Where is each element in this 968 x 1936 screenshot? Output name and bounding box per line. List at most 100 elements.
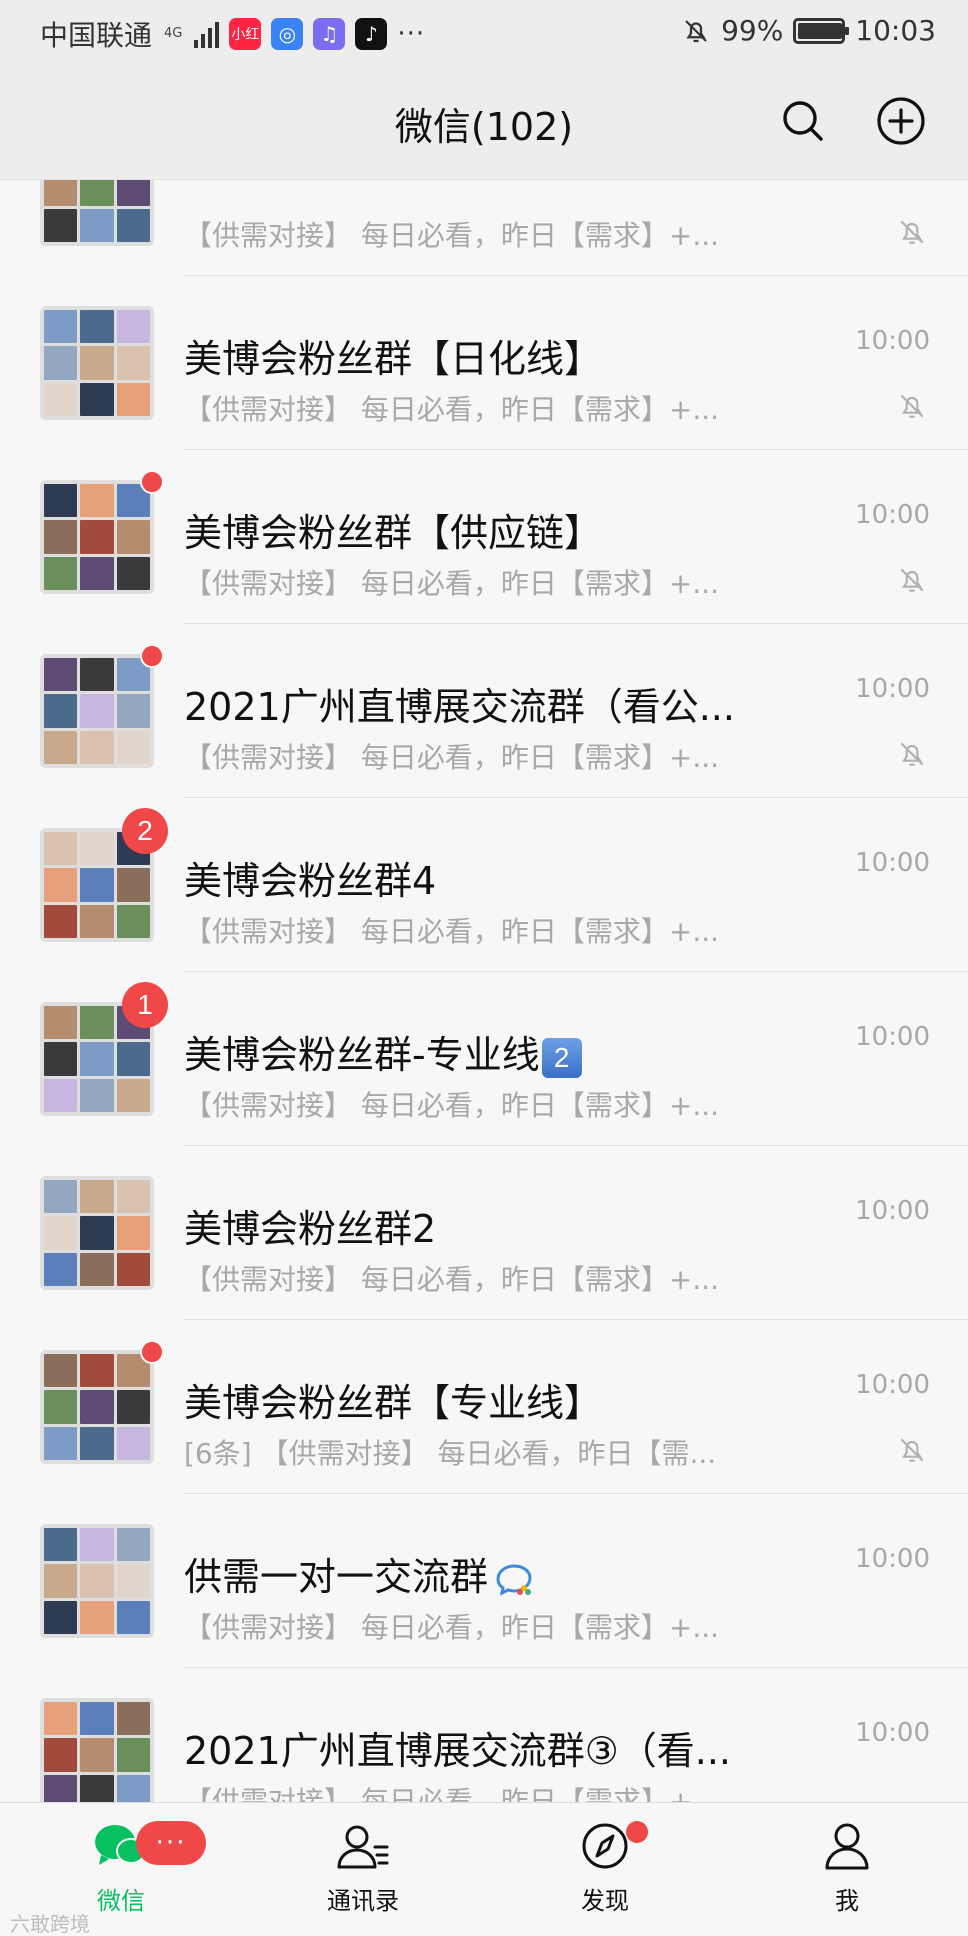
chat-preview: 【供需对接】 每日必看，昨日【需求】+... — [184, 1263, 720, 1296]
chat-preview: 【供需对接】 每日必看，昨日【需求】+... — [184, 393, 720, 426]
tab-unread-dot — [626, 1821, 648, 1843]
chat-row[interactable]: 美博会粉丝群【日化线】 10:00 【供需对接】 每日必看，昨日【需求】+... — [0, 276, 968, 450]
bottom-tab-bar: 微信 ··· 通讯录 发现 我 — [0, 1802, 968, 1936]
tiktok-icon: ♪ — [355, 18, 388, 50]
chat-name-text: 2021广州直博展交流群（看公... — [184, 685, 735, 729]
clock: 10:03 — [855, 14, 936, 47]
unread-dot — [140, 1340, 164, 1364]
carrier-label: 中国联通 — [40, 19, 153, 52]
chat-row[interactable]: 美博会粉丝群【供应链】 10:00 【供需对接】 每日必看，昨日【需求】+... — [0, 450, 968, 624]
unread-dot — [140, 470, 164, 494]
chat-name: 美博会粉丝群【专业线】 — [184, 1372, 804, 1427]
chat-name-text: 美博会粉丝群【供应链】 — [184, 511, 603, 555]
chat-name: 美博会粉丝群【供应链】 — [184, 502, 804, 557]
tab-label: 发现 — [581, 1887, 629, 1915]
muted-bell-icon — [900, 394, 924, 418]
muted-bell-icon — [900, 568, 924, 592]
chat-name-text: 美博会粉丝群4 — [184, 859, 437, 903]
tab-3[interactable]: 我 — [726, 1803, 968, 1936]
tab-label: 微信 — [97, 1887, 145, 1915]
chat-name: 美博会粉丝群2 — [184, 1198, 804, 1253]
battery-icon — [793, 17, 850, 44]
chat-preview: 【供需对接】 每日必看，昨日【需求】+... — [184, 219, 720, 252]
tab-label: 通讯录 — [327, 1887, 399, 1915]
chat-row[interactable]: 2021广州直博展交流群③（看... 10:00 【供需对接】 每日必看，昨日【需求… — [0, 1668, 968, 1802]
watermark: 六敢跨境 — [10, 1912, 90, 1936]
group-avatar — [40, 654, 154, 768]
chat-time: 10:00 — [855, 674, 930, 704]
tab-label: 我 — [835, 1887, 859, 1915]
group-avatar — [40, 1524, 154, 1638]
chat-name-text: 美博会粉丝群2 — [184, 1207, 437, 1251]
keycap-digit-icon: 2 — [541, 1037, 582, 1078]
chat-name-text: 美博会粉丝群【专业线】 — [184, 1381, 603, 1425]
tab-1[interactable]: 通讯录 — [242, 1803, 484, 1936]
chat-preview: 【供需对接】 每日必看，昨日【需求】+... — [184, 741, 720, 774]
tab-unread-badge: ··· — [136, 1821, 206, 1865]
chat-preview: 【供需对接】 每日必看，昨日【需求】+... — [184, 915, 720, 948]
mute-status-icon — [685, 19, 707, 42]
chat-name-text: 美博会粉丝群-专业线 — [184, 1033, 540, 1077]
chat-preview: 【供需对接】 每日必看，昨日【需求】+... — [184, 567, 720, 600]
group-avatar — [40, 1350, 154, 1464]
search-icon — [783, 101, 823, 141]
chat-time: 10:00 — [855, 500, 930, 530]
muted-bell-icon — [900, 742, 924, 766]
chat-preview: 【供需对接】 每日必看，昨日【需求】+... — [184, 1089, 720, 1122]
chat-time: 10:00 — [855, 1196, 930, 1226]
chat-name: 2021广州直博展交流群③（看... — [184, 1720, 804, 1775]
chat-row[interactable]: 2 美博会粉丝群4 10:00 【供需对接】 每日必看，昨日【需求】+... — [0, 798, 968, 972]
status-bar: 中国联通 4G 小红 ◎ ♫ ♪ ··· 99% 10:03 — [0, 0, 968, 66]
chat-name: 2021广州直博展交流群（看公... — [184, 676, 804, 731]
tab-2[interactable]: 发现 — [484, 1803, 726, 1936]
chat-name-text: 供需一对一交流群 — [184, 1555, 489, 1599]
plus-circle-icon — [877, 97, 925, 145]
chat-row[interactable]: 2021广州直博展交流群（看公... 10:00 【供需对接】 每日必看，昨日【需求… — [0, 624, 968, 798]
add-button[interactable] — [874, 94, 928, 148]
chat-name: 美博会粉丝群-专业线 2 — [184, 1024, 804, 1079]
chat-row[interactable]: 美博会粉丝群【专业线】 10:00 [6条] 【供需对接】 每日必看，昨日【需... — [0, 1320, 968, 1494]
chat-row[interactable]: 【供需对接】 每日必看，昨日【需求】+... — [0, 180, 968, 276]
unread-count-badge: 2 — [122, 808, 168, 854]
title-bar: 微信(102) — [0, 66, 968, 180]
chat-time: 10:00 — [855, 1718, 930, 1748]
chat-row[interactable]: 1 美博会粉丝群-专业线 2 10:00 【供需对接】 每日必看，昨日【需求】+... — [0, 972, 968, 1146]
xiaohongshu-icon: 小红 — [229, 18, 262, 50]
group-avatar — [40, 1176, 154, 1290]
contacts-icon — [335, 1821, 391, 1875]
chat-name-text: 美博会粉丝群【日化线】 — [184, 337, 603, 381]
wecom-icon — [496, 1563, 532, 1596]
chat-time: 10:00 — [855, 1022, 930, 1052]
group-avatar — [40, 306, 154, 420]
muted-bell-icon — [900, 1438, 924, 1462]
group-avatar — [40, 180, 154, 246]
chat-time: 10:00 — [855, 848, 930, 878]
compass-icon — [577, 1821, 633, 1875]
browser-icon: ◎ — [271, 18, 304, 50]
chat-name: 美博会粉丝群【日化线】 — [184, 328, 804, 383]
music-icon: ♫ — [313, 18, 346, 50]
chat-preview: 【供需对接】 每日必看，昨日【需求】+... — [184, 1785, 720, 1802]
search-button[interactable] — [776, 94, 830, 148]
network-type: 4G — [164, 26, 183, 41]
chat-time: 10:00 — [855, 1370, 930, 1400]
battery-percent: 99% — [721, 14, 784, 47]
chat-name: 美博会粉丝群4 — [184, 850, 804, 905]
chat-list[interactable]: 【供需对接】 每日必看，昨日【需求】+... 美博会粉丝群【日化线】 10:00 【供… — [0, 180, 968, 1802]
group-avatar — [40, 1698, 154, 1802]
chat-row[interactable]: 供需一对一交流群 10:00 【供需对接】 每日必看，昨日【需求】+... — [0, 1494, 968, 1668]
muted-bell-icon — [900, 220, 924, 244]
chat-time: 10:00 — [855, 1544, 930, 1574]
unread-count-badge: 1 — [122, 982, 168, 1028]
chat-name: 供需一对一交流群 — [184, 1546, 804, 1601]
signal-icon — [194, 20, 220, 48]
chat-name-text: 2021广州直博展交流群③（看... — [184, 1729, 732, 1773]
unread-dot — [140, 644, 164, 668]
chat-row[interactable]: 美博会粉丝群2 10:00 【供需对接】 每日必看，昨日【需求】+... — [0, 1146, 968, 1320]
chat-preview: [6条] 【供需对接】 每日必看，昨日【需... — [184, 1437, 717, 1470]
more-notifications-icon: ··· — [397, 19, 426, 49]
group-avatar — [40, 480, 154, 594]
person-icon — [819, 1821, 875, 1875]
chat-preview: 【供需对接】 每日必看，昨日【需求】+... — [184, 1611, 720, 1644]
chat-time: 10:00 — [855, 326, 930, 356]
